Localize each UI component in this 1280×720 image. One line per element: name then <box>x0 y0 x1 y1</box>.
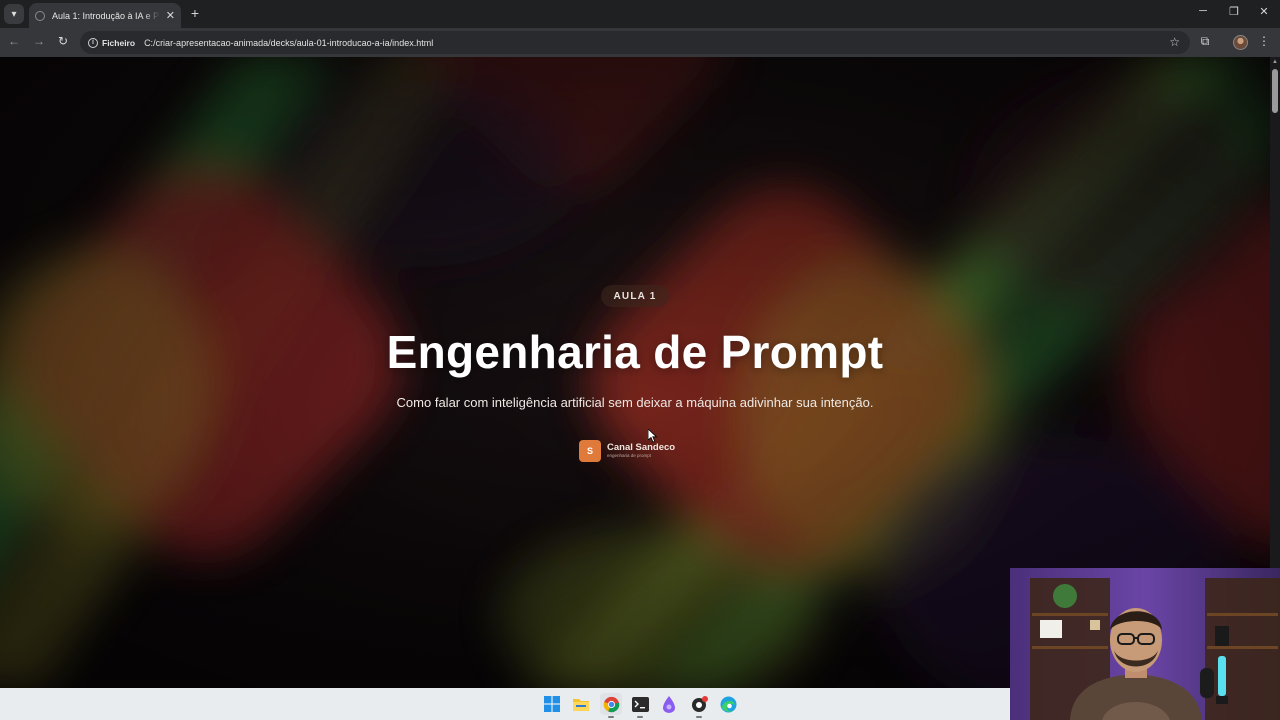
running-indicator <box>696 716 702 718</box>
reload-icon[interactable]: ↻ <box>55 34 71 48</box>
site-info-chip[interactable]: i Ficheiro <box>88 37 136 48</box>
avatar-icon[interactable] <box>1233 35 1248 50</box>
brand-tagline: engenharia de prompt <box>607 453 652 458</box>
chrome-icon[interactable] <box>600 693 622 718</box>
terminal-icon[interactable] <box>629 693 651 718</box>
scrollbar-thumb[interactable] <box>1272 69 1278 113</box>
brand-name: Canal Sandeco <box>607 442 676 453</box>
star-icon[interactable]: ☆ <box>1169 35 1180 49</box>
slide-title: Engenharia de Prompt <box>386 326 884 378</box>
webcam-presenter-image <box>1010 568 1280 720</box>
puzzle-icon[interactable]: ⧉ <box>1197 34 1213 49</box>
chevron-down-icon[interactable]: ▾ <box>4 4 24 24</box>
brand-logo: S <box>579 440 601 462</box>
app-dark-icon[interactable] <box>688 693 710 718</box>
browser-tab[interactable]: Aula 1: Introdução à IA e Prompt ✕ <box>29 3 181 28</box>
restore-icon[interactable]: ❐ <box>1224 5 1244 18</box>
minimize-icon[interactable]: ─ <box>1193 5 1213 17</box>
close-icon[interactable]: ✕ <box>1254 5 1274 18</box>
scroll-up-icon[interactable]: ▲ <box>1272 59 1278 65</box>
tab-title: Aula 1: Introdução à IA e Prompt <box>52 10 160 21</box>
kebab-menu-icon[interactable]: ⋮ <box>1256 34 1272 48</box>
arrow-right-icon[interactable]: → <box>31 34 47 48</box>
arrow-left-icon[interactable]: ← <box>6 34 22 48</box>
windows-start-icon[interactable] <box>541 693 563 715</box>
browser-tab-bar: ▾ Aula 1: Introdução à IA e Prompt ✕ + ─… <box>0 0 1280 28</box>
webcam-overlay <box>1010 568 1280 720</box>
mouse-cursor-icon <box>648 429 658 443</box>
browser-toolbar: ← → ↻ i Ficheiro C:/criar-apresentacao-a… <box>0 28 1280 57</box>
lesson-badge: AULA 1 <box>601 285 669 307</box>
slide-subtitle: Como falar com inteligência artificial s… <box>396 395 874 410</box>
url-text[interactable]: C:/criar-apresentacao-animada/decks/aula… <box>144 38 433 48</box>
file-explorer-icon[interactable] <box>570 693 592 715</box>
globe-icon <box>35 10 45 21</box>
plus-icon[interactable]: + <box>187 5 203 21</box>
address-bar[interactable]: i Ficheiro C:/criar-apresentacao-animada… <box>80 31 1190 54</box>
edge-icon[interactable] <box>717 693 739 715</box>
brand-text: Canal Sandeco engenharia de prompt <box>607 443 675 459</box>
running-indicator <box>637 716 643 718</box>
active-indicator <box>608 716 614 718</box>
site-info-label: Ficheiro <box>102 37 136 48</box>
close-icon[interactable]: ✕ <box>166 9 175 22</box>
info-icon: i <box>88 37 98 48</box>
app-purple-icon[interactable] <box>658 693 680 715</box>
brand-signature: S Canal Sandeco engenharia de prompt <box>579 440 675 462</box>
